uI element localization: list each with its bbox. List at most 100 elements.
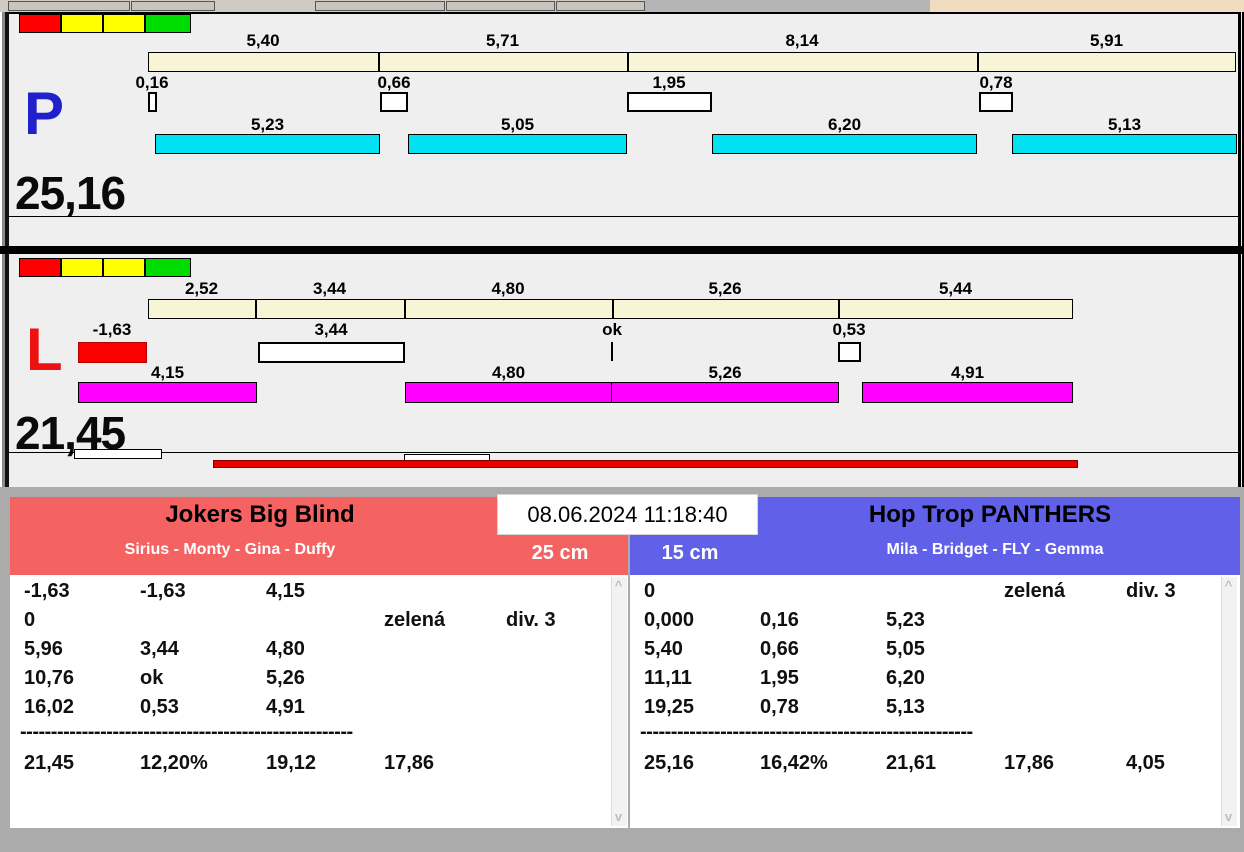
changeover-box — [380, 92, 408, 112]
result-cell: 5,05 — [886, 638, 925, 660]
split-time-label: 8,14 — [785, 31, 819, 50]
table-separator: ----------------------------------------… — [20, 721, 353, 743]
penalty-bar — [213, 460, 1078, 468]
status-light-yellow — [103, 14, 145, 33]
split-bar-divider — [378, 52, 380, 72]
split-time-label: 5,91 — [1089, 31, 1124, 50]
chevron-up-icon[interactable]: ^ — [1221, 579, 1236, 593]
changeover-box — [627, 92, 712, 112]
team-left-name: Jokers Big Blind — [165, 501, 355, 528]
lane-p-bottom-line — [9, 216, 1238, 217]
background-window-segment — [446, 1, 555, 11]
background-window-segment — [315, 1, 445, 11]
summary-cell: 19,12 — [266, 752, 317, 774]
status-light-yellow — [61, 14, 103, 33]
result-cell: zelená — [384, 609, 446, 631]
run-time-label: 4,15 — [150, 363, 185, 382]
split-bar-divider — [612, 299, 614, 319]
false-start-box — [78, 342, 147, 363]
team-right-scrollbar[interactable] — [1221, 577, 1237, 826]
ok-tick-mark — [611, 342, 613, 361]
result-cell: 4,15 — [266, 580, 305, 602]
result-cell: 0,66 — [760, 638, 799, 660]
status-light-yellow — [103, 258, 145, 277]
result-cell: 5,40 — [644, 638, 683, 660]
result-cell: 5,26 — [266, 667, 305, 689]
result-cell: 1,95 — [760, 667, 799, 689]
summary-cell: 16,42% — [760, 752, 828, 774]
run-time-label: 6,20 — [827, 115, 862, 134]
result-cell: zelená — [1004, 580, 1066, 602]
team-right-results-table — [630, 575, 1240, 828]
result-cell: 0,53 — [140, 696, 179, 718]
result-cell: 4,91 — [266, 696, 305, 718]
change-time-label: 0,78 — [979, 73, 1013, 92]
summary-cell: 21,61 — [886, 752, 937, 774]
status-light-yellow — [61, 258, 103, 277]
run-time-bar — [862, 382, 1073, 403]
chevron-down-icon[interactable]: v — [1221, 810, 1236, 824]
result-cell: ok — [140, 667, 164, 689]
split-time-bar — [148, 52, 1236, 72]
run-time-bar — [712, 134, 977, 154]
split-time-bar — [148, 299, 1073, 319]
timeline-marker-box — [74, 449, 162, 459]
timing-app-window: 5,40 5,71 8,14 5,91 0,16 0,66 1,95 0,78 … — [0, 0, 1244, 852]
result-cell: -1,63 — [140, 580, 186, 602]
summary-cell: 4,05 — [1126, 752, 1165, 774]
result-cell: 10,76 — [24, 667, 75, 689]
run-time-label: 5,23 — [250, 115, 285, 134]
background-window-segment — [131, 1, 215, 11]
chevron-up-icon[interactable]: ^ — [611, 579, 626, 593]
run-time-bar — [408, 134, 627, 154]
result-cell: 3,44 — [140, 638, 179, 660]
team-left-scrollbar[interactable] — [611, 577, 627, 826]
run-time-bar — [1012, 134, 1237, 154]
change-time-label: -1,63 — [92, 320, 132, 339]
background-window-segment — [8, 1, 130, 11]
result-cell: 0,78 — [760, 696, 799, 718]
split-bar-divider — [838, 299, 840, 319]
team-left-lineup: Sirius - Monty - Gina - Duffy — [124, 541, 336, 558]
status-light-green — [145, 14, 191, 33]
result-cell: 19,25 — [644, 696, 695, 718]
background-window-area — [645, 0, 930, 12]
result-cell: 5,96 — [24, 638, 63, 660]
summary-cell: 17,86 — [384, 752, 435, 774]
lane-l-bottom-line — [9, 452, 1238, 453]
changeover-box — [979, 92, 1013, 112]
summary-cell: 21,45 — [24, 752, 75, 774]
result-cell: 0,000 — [644, 609, 695, 631]
team-left-jump-height: 25 cm — [531, 542, 589, 564]
split-bar-divider — [977, 52, 979, 72]
split-time-label: 5,26 — [708, 279, 742, 298]
split-time-label: 4,80 — [491, 279, 525, 298]
team-right-lineup: Mila - Bridget - FLY - Gemma — [886, 541, 1104, 558]
background-window-tan-area — [930, 0, 1244, 12]
change-time-label: 0,53 — [832, 320, 866, 339]
datetime-display: 08.06.2024 11:18:40 — [497, 494, 758, 535]
split-bar-divider — [404, 299, 406, 319]
run-time-bar — [155, 134, 380, 154]
run-time-label: 5,05 — [500, 115, 535, 134]
result-cell: 4,80 — [266, 638, 305, 660]
change-time-label: 0,66 — [377, 73, 411, 92]
lane-p-total-time: 25,16 — [15, 167, 126, 219]
result-cell: 11,11 — [644, 667, 692, 689]
changeover-box — [148, 92, 157, 112]
lane-p-letter: P — [24, 80, 65, 147]
summary-cell: 12,20% — [140, 752, 208, 774]
change-time-label: 1,95 — [652, 73, 686, 92]
chevron-down-icon[interactable]: v — [611, 810, 626, 824]
run-time-bar — [611, 382, 839, 403]
result-cell: -1,63 — [24, 580, 70, 602]
split-time-label: 5,44 — [938, 279, 973, 298]
change-time-label: 0,16 — [135, 73, 169, 92]
split-bar-divider — [255, 299, 257, 319]
lane-l-letter: L — [26, 316, 63, 383]
result-cell: div. 3 — [1126, 580, 1176, 602]
run-time-label: 4,80 — [491, 363, 526, 382]
status-light-red — [19, 258, 61, 277]
summary-cell: 25,16 — [644, 752, 695, 774]
result-cell: 0,16 — [760, 609, 799, 631]
